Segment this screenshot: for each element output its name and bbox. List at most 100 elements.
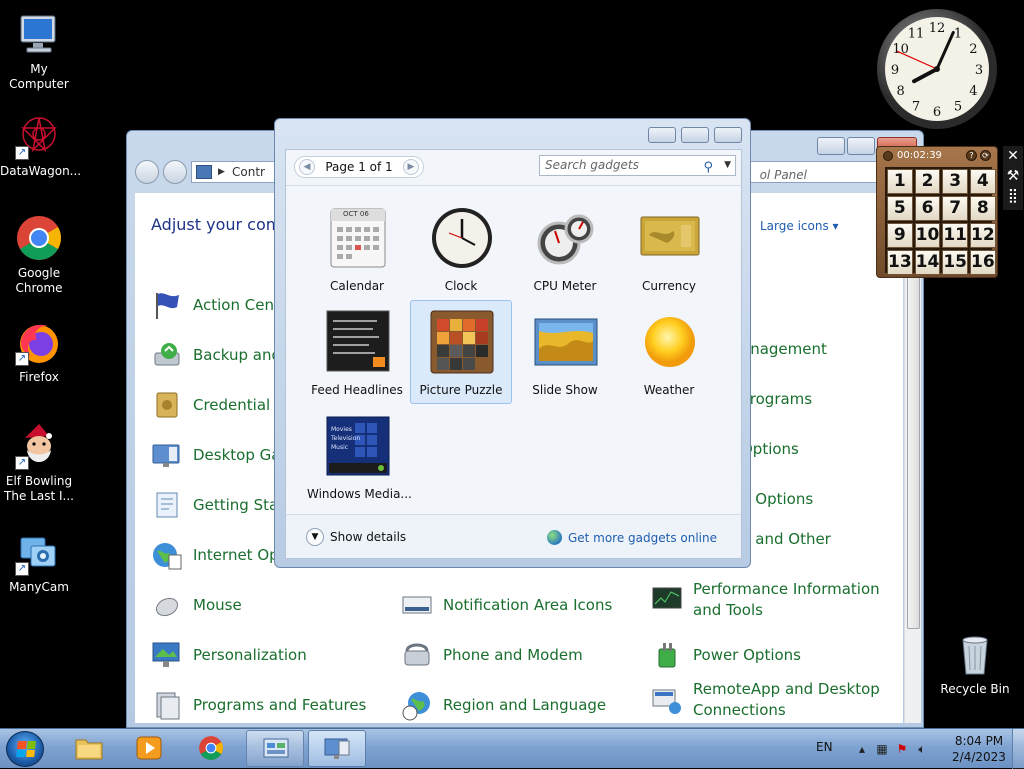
show-details-button[interactable]: ▼ Show details xyxy=(306,528,406,546)
desktop-icon-label: Google Chrome xyxy=(15,266,63,295)
cp-item-power-options[interactable]: Power Options xyxy=(651,639,891,671)
taskbar-gadgets[interactable] xyxy=(308,730,366,767)
close-button[interactable] xyxy=(714,127,742,143)
help-icon[interactable]: ? xyxy=(966,150,977,161)
get-more-gadgets-link[interactable]: Get more gadgets online xyxy=(546,530,717,545)
puzzle-tile[interactable]: 5 xyxy=(887,196,913,221)
network-icon[interactable]: ▦ xyxy=(874,741,890,757)
forward-button[interactable] xyxy=(163,160,187,184)
desktop-icon-google-chrome[interactable]: Google Chrome xyxy=(0,214,78,296)
desktop-icon-datawagon[interactable]: ↗ DataWagon... xyxy=(0,112,81,179)
clock-number: 11 xyxy=(908,27,925,42)
close-icon[interactable]: ✕ xyxy=(1003,146,1023,166)
cp-item-col3-1[interactable]: y xyxy=(741,289,903,310)
puzzle-tile[interactable]: 8 xyxy=(970,196,996,221)
desktop-icon-elf-bowling[interactable]: ↗ Elf Bowling The Last I... xyxy=(0,422,78,504)
show-desktop-button[interactable] xyxy=(1012,729,1024,769)
back-button[interactable] xyxy=(135,160,159,184)
puzzle-tile[interactable]: 13 xyxy=(887,250,913,275)
cp-item-personalization[interactable]: Personalization xyxy=(151,639,391,671)
taskbar-chrome[interactable] xyxy=(182,730,240,767)
show-hidden-icons-icon[interactable]: ▴ xyxy=(854,741,870,757)
puzzle-timer: 00:02:39 xyxy=(883,150,942,161)
time-text: 8:04 PM xyxy=(954,734,1004,748)
gadget-currency[interactable]: Currency xyxy=(618,196,720,300)
picture-puzzle-icon xyxy=(429,309,495,375)
volume-icon[interactable]: 🔈︎ xyxy=(914,741,930,757)
divider xyxy=(286,185,741,186)
pause-icon[interactable] xyxy=(883,150,893,161)
puzzle-tile[interactable]: 6 xyxy=(914,196,941,221)
puzzle-tile[interactable]: 10 xyxy=(914,223,941,248)
cp-item-label: anagement xyxy=(741,340,827,358)
cp-item-col3-5[interactable]: g Options xyxy=(741,489,903,510)
gadget-windows-media-center[interactable]: Movies Television Music Windows Media... xyxy=(306,404,412,508)
cp-item-remoteapp[interactable]: RemoteApp and Desktop Connections xyxy=(651,679,891,721)
picture-puzzle-gadget[interactable]: 00:02:39 ? ⟳ 1 2 3 4 5 6 7 8 9 10 11 12 … xyxy=(876,146,998,278)
gadget-gallery-window: ◀ Page 1 of 1 ▶ Search gadgets ⚲ ▼ OCT 0… xyxy=(274,118,751,568)
taskbar-explorer[interactable] xyxy=(60,730,118,767)
puzzle-tile[interactable]: 1 xyxy=(887,169,913,194)
gadget-slide-show[interactable]: Slide Show xyxy=(514,300,616,404)
drag-handle-icon[interactable]: ⣿ xyxy=(1003,186,1023,206)
notification-area-icon xyxy=(401,589,433,621)
puzzle-tile[interactable]: 14 xyxy=(914,250,941,275)
clock-number: 4 xyxy=(969,84,977,99)
wrench-icon[interactable]: ⚒ xyxy=(1003,166,1023,186)
cp-item-performance-information[interactable]: Performance Information and Tools xyxy=(651,579,891,621)
puzzle-tile[interactable]: 9 xyxy=(887,223,913,248)
gadget-label: Feed Headlines xyxy=(311,383,403,397)
cp-item-col3-2[interactable]: anagement xyxy=(741,339,903,360)
language-indicator[interactable]: EN xyxy=(816,740,833,754)
minimize-button[interactable] xyxy=(648,127,676,143)
view-by-dropdown[interactable]: Large icons ▾ xyxy=(760,219,839,233)
chevron-down-icon[interactable]: ▼ xyxy=(724,156,731,175)
gadget-clock[interactable]: Clock xyxy=(410,196,512,300)
puzzle-tile[interactable]: 15 xyxy=(942,250,969,275)
control-panel-icon xyxy=(262,736,290,762)
maximize-button[interactable] xyxy=(847,137,875,155)
cp-item-col3-3[interactable]: Programs xyxy=(741,389,903,410)
cp-item-label: Getting Sta xyxy=(193,495,279,514)
maximize-button[interactable] xyxy=(681,127,709,143)
start-button[interactable] xyxy=(6,731,44,767)
search-icon[interactable]: ⚲ xyxy=(703,158,713,177)
search-gadgets-input[interactable]: Search gadgets ⚲ ▼ xyxy=(539,155,736,176)
gadget-picture-puzzle[interactable]: Picture Puzzle xyxy=(410,300,512,404)
gadget-cpu-meter[interactable]: CPU Meter xyxy=(514,196,616,300)
cp-item-phone-and-modem[interactable]: Phone and Modem xyxy=(401,639,641,671)
cp-item-label: Internet Op xyxy=(193,545,279,564)
cp-item-programs-and-features[interactable]: Programs and Features xyxy=(151,689,391,721)
cp-item-col3-4[interactable]: Options xyxy=(741,439,903,460)
puzzle-tile[interactable]: 12 xyxy=(970,223,996,248)
minimize-button[interactable] xyxy=(817,137,845,155)
previous-page-button[interactable]: ◀ xyxy=(299,159,315,175)
puzzle-tile[interactable]: 2 xyxy=(914,169,941,194)
shuffle-icon[interactable]: ⟳ xyxy=(980,150,991,161)
taskbar-media-player[interactable] xyxy=(120,730,178,767)
puzzle-tile[interactable]: 11 xyxy=(942,223,969,248)
taskbar-control-panel[interactable] xyxy=(246,730,304,767)
desktop-icon-firefox[interactable]: ↗ Firefox xyxy=(0,318,78,385)
cp-item-notification-area-icons[interactable]: Notification Area Icons xyxy=(401,589,641,621)
puzzle-tile[interactable]: 3 xyxy=(942,169,969,194)
cp-item-label: Personalization xyxy=(193,645,307,664)
puzzle-tile[interactable]: 4 xyxy=(970,169,996,194)
desktop-icon-manycam[interactable]: ↗ ManyCam xyxy=(0,528,78,595)
cp-item-region-and-language[interactable]: Region and Language xyxy=(401,689,641,721)
gadget-weather[interactable]: Weather xyxy=(618,300,720,404)
clock-gadget[interactable]: 12 1 2 3 4 5 6 7 8 9 10 11 xyxy=(876,8,998,130)
cp-item-col3-6[interactable]: n and Other xyxy=(741,529,903,550)
desktop-icon-my-computer[interactable]: My Computer xyxy=(0,10,78,92)
gadget-calendar[interactable]: OCT 06 Calendar xyxy=(306,196,408,300)
cp-item-label: Desktop Ga xyxy=(193,445,281,464)
search-control-panel-hint[interactable]: ol Panel xyxy=(760,168,807,182)
puzzle-tile[interactable]: 16 xyxy=(970,250,996,275)
desktop-icon-recycle-bin[interactable]: Recycle Bin xyxy=(936,630,1014,697)
gadget-feed-headlines[interactable]: Feed Headlines xyxy=(306,300,408,404)
puzzle-tile[interactable]: 7 xyxy=(942,196,969,221)
action-center-flag-icon[interactable]: ⚑ xyxy=(894,741,910,757)
clock[interactable]: 8:04 PM 2/4/2023 xyxy=(944,733,1014,765)
cp-item-mouse[interactable]: Mouse xyxy=(151,589,391,621)
next-page-button[interactable]: ▶ xyxy=(403,159,419,175)
